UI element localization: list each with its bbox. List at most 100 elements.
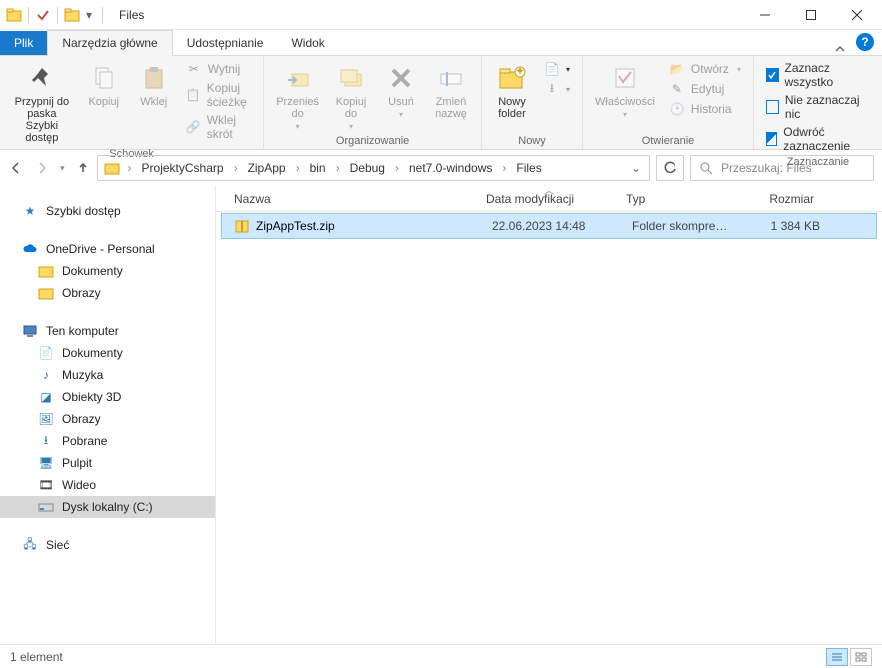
tree-item-local-disk[interactable]: Dysk lokalny (C:) [0,496,215,518]
copy-to-button[interactable]: Kopiuj do▾ [329,60,373,133]
thumbnails-view-button[interactable] [850,648,872,666]
tab-home[interactable]: Narzędzia główne [47,30,172,56]
tab-share[interactable]: Udostępnianie [173,31,278,55]
tree-network[interactable]: 🖧 Sieć [0,534,215,556]
edit-button[interactable]: ✎Edytuj [665,80,745,98]
col-size[interactable]: Rozmiar [736,192,824,206]
history-icon: 🕑 [669,101,685,117]
search-input[interactable]: Przeszukaj: Files [690,155,874,181]
up-button[interactable] [75,160,91,176]
chevron-right-icon[interactable]: › [126,161,134,175]
pin-icon [26,62,58,94]
chevron-right-icon[interactable]: › [294,161,302,175]
address-bar[interactable]: › ProjektyCsharp › ZipApp › bin › Debug … [97,155,650,181]
select-none-button[interactable]: Nie zaznaczaj nic [762,92,874,122]
chevron-right-icon[interactable]: › [232,161,240,175]
new-folder-button[interactable]: ✦ Nowy folder [490,60,534,122]
invert-selection-button[interactable]: Odwróć zaznaczenie [762,124,874,154]
tree-this-pc[interactable]: Ten komputer [0,320,215,342]
tree-item[interactable]: ♪Muzyka [0,364,215,386]
open-icon: 📂 [669,61,685,77]
breadcrumb-seg[interactable]: ProjektyCsharp [136,159,230,177]
forward-button[interactable] [34,160,50,176]
title-bar: ▾ Files [0,0,882,30]
tree-item[interactable]: 🎞Wideo [0,474,215,496]
file-name: ZipAppTest.zip [256,219,335,233]
navigation-tree[interactable]: ★ Szybki dostęp OneDrive - Personal Doku… [0,186,216,644]
music-icon: ♪ [38,367,54,383]
checkinvert-icon [766,132,777,146]
history-button[interactable]: 🕑Historia [665,100,745,118]
minimize-button[interactable] [742,0,788,30]
svg-text:✦: ✦ [515,64,525,78]
tree-item[interactable]: ◪Obiekty 3D [0,386,215,408]
rename-button[interactable]: Zmień nazwę [429,60,473,122]
tab-file[interactable]: Plik [0,31,47,55]
col-type[interactable]: Typ [616,192,736,206]
tree-item[interactable]: ⭳Pobrane [0,430,215,452]
qat-dropdown-icon[interactable]: ▾ [82,8,96,22]
copy-path-button[interactable]: 📋Kopiuj ścieżkę [182,80,255,110]
tree-item[interactable]: 🖥Pulpit [0,452,215,474]
breadcrumb-seg[interactable]: Files [510,159,547,177]
paste-button[interactable]: Wklej [132,60,176,110]
new-item-button[interactable]: 📄▾ [540,60,574,78]
edit-icon: ✎ [669,81,685,97]
shortcut-icon: 🔗 [186,119,201,135]
breadcrumb-seg[interactable]: net7.0-windows [403,159,498,177]
cut-button[interactable]: ✂Wytnij [182,60,255,78]
easy-access-icon: ⭳ [544,81,560,97]
paste-shortcut-button[interactable]: 🔗Wklej skrót [182,112,255,142]
chevron-right-icon[interactable]: › [393,161,401,175]
folder-icon [6,7,22,23]
window-title: Files [119,8,144,22]
address-dropdown-icon[interactable]: ⌄ [625,161,647,175]
group-organize-label: Organizowanie [272,133,473,147]
col-name[interactable]: Nazwa [216,192,476,206]
pc-icon [22,323,38,339]
details-view-button[interactable] [826,648,848,666]
collapse-ribbon-icon[interactable] [828,43,852,55]
docs-icon: 📄 [38,345,54,361]
ribbon-tabs: Plik Narzędzia główne Udostępnianie Wido… [0,30,882,56]
search-placeholder: Przeszukaj: Files [721,161,812,175]
chevron-right-icon[interactable]: › [334,161,342,175]
group-new-label: Nowy [490,133,574,147]
open-button[interactable]: 📂Otwórz▾ [665,60,745,78]
back-button[interactable] [8,160,24,176]
tree-item[interactable]: Obrazy [0,282,215,304]
close-button[interactable] [834,0,880,30]
tree-item[interactable]: Dokumenty [0,260,215,282]
folder-icon [100,160,124,176]
qat-check-icon[interactable] [35,7,51,23]
rename-icon [435,62,467,94]
chevron-up-icon[interactable]: ︿ [544,182,554,197]
pin-to-quick-access-button[interactable]: Przypnij do paska Szybki dostęp [8,60,76,146]
file-row[interactable]: ZipAppTest.zip 22.06.2023 14:48 Folder s… [222,214,876,238]
status-bar: 1 element [0,644,882,668]
tree-quick-access[interactable]: ★ Szybki dostęp [0,200,215,222]
select-all-button[interactable]: Zaznacz wszystko [762,60,874,90]
move-to-button[interactable]: Przenieś do▾ [272,60,323,133]
search-icon [699,161,713,175]
breadcrumb-seg[interactable]: ZipApp [242,159,292,177]
download-icon: ⭳ [38,433,54,449]
tree-onedrive[interactable]: OneDrive - Personal [0,238,215,260]
recent-locations-button[interactable]: ▾ [60,163,65,174]
help-button[interactable]: ? [856,33,874,51]
refresh-button[interactable] [656,155,684,181]
moveto-icon [282,62,314,94]
copy-button[interactable]: Kopiuj [82,60,126,110]
tree-item[interactable]: 📄Dokumenty [0,342,215,364]
zip-icon [234,218,250,234]
chevron-right-icon[interactable]: › [500,161,508,175]
easy-access-button[interactable]: ⭳▾ [540,80,574,98]
tree-item[interactable]: 🖼Obrazy [0,408,215,430]
tab-view[interactable]: Widok [277,31,338,55]
file-list: ︿ Nazwa Data modyfikacji Typ Rozmiar Zip… [216,186,882,644]
breadcrumb-seg[interactable]: Debug [344,159,391,177]
breadcrumb-seg[interactable]: bin [304,159,332,177]
properties-button[interactable]: Właściwości▾ [591,60,659,121]
delete-button[interactable]: Usuń▾ [379,60,423,121]
maximize-button[interactable] [788,0,834,30]
